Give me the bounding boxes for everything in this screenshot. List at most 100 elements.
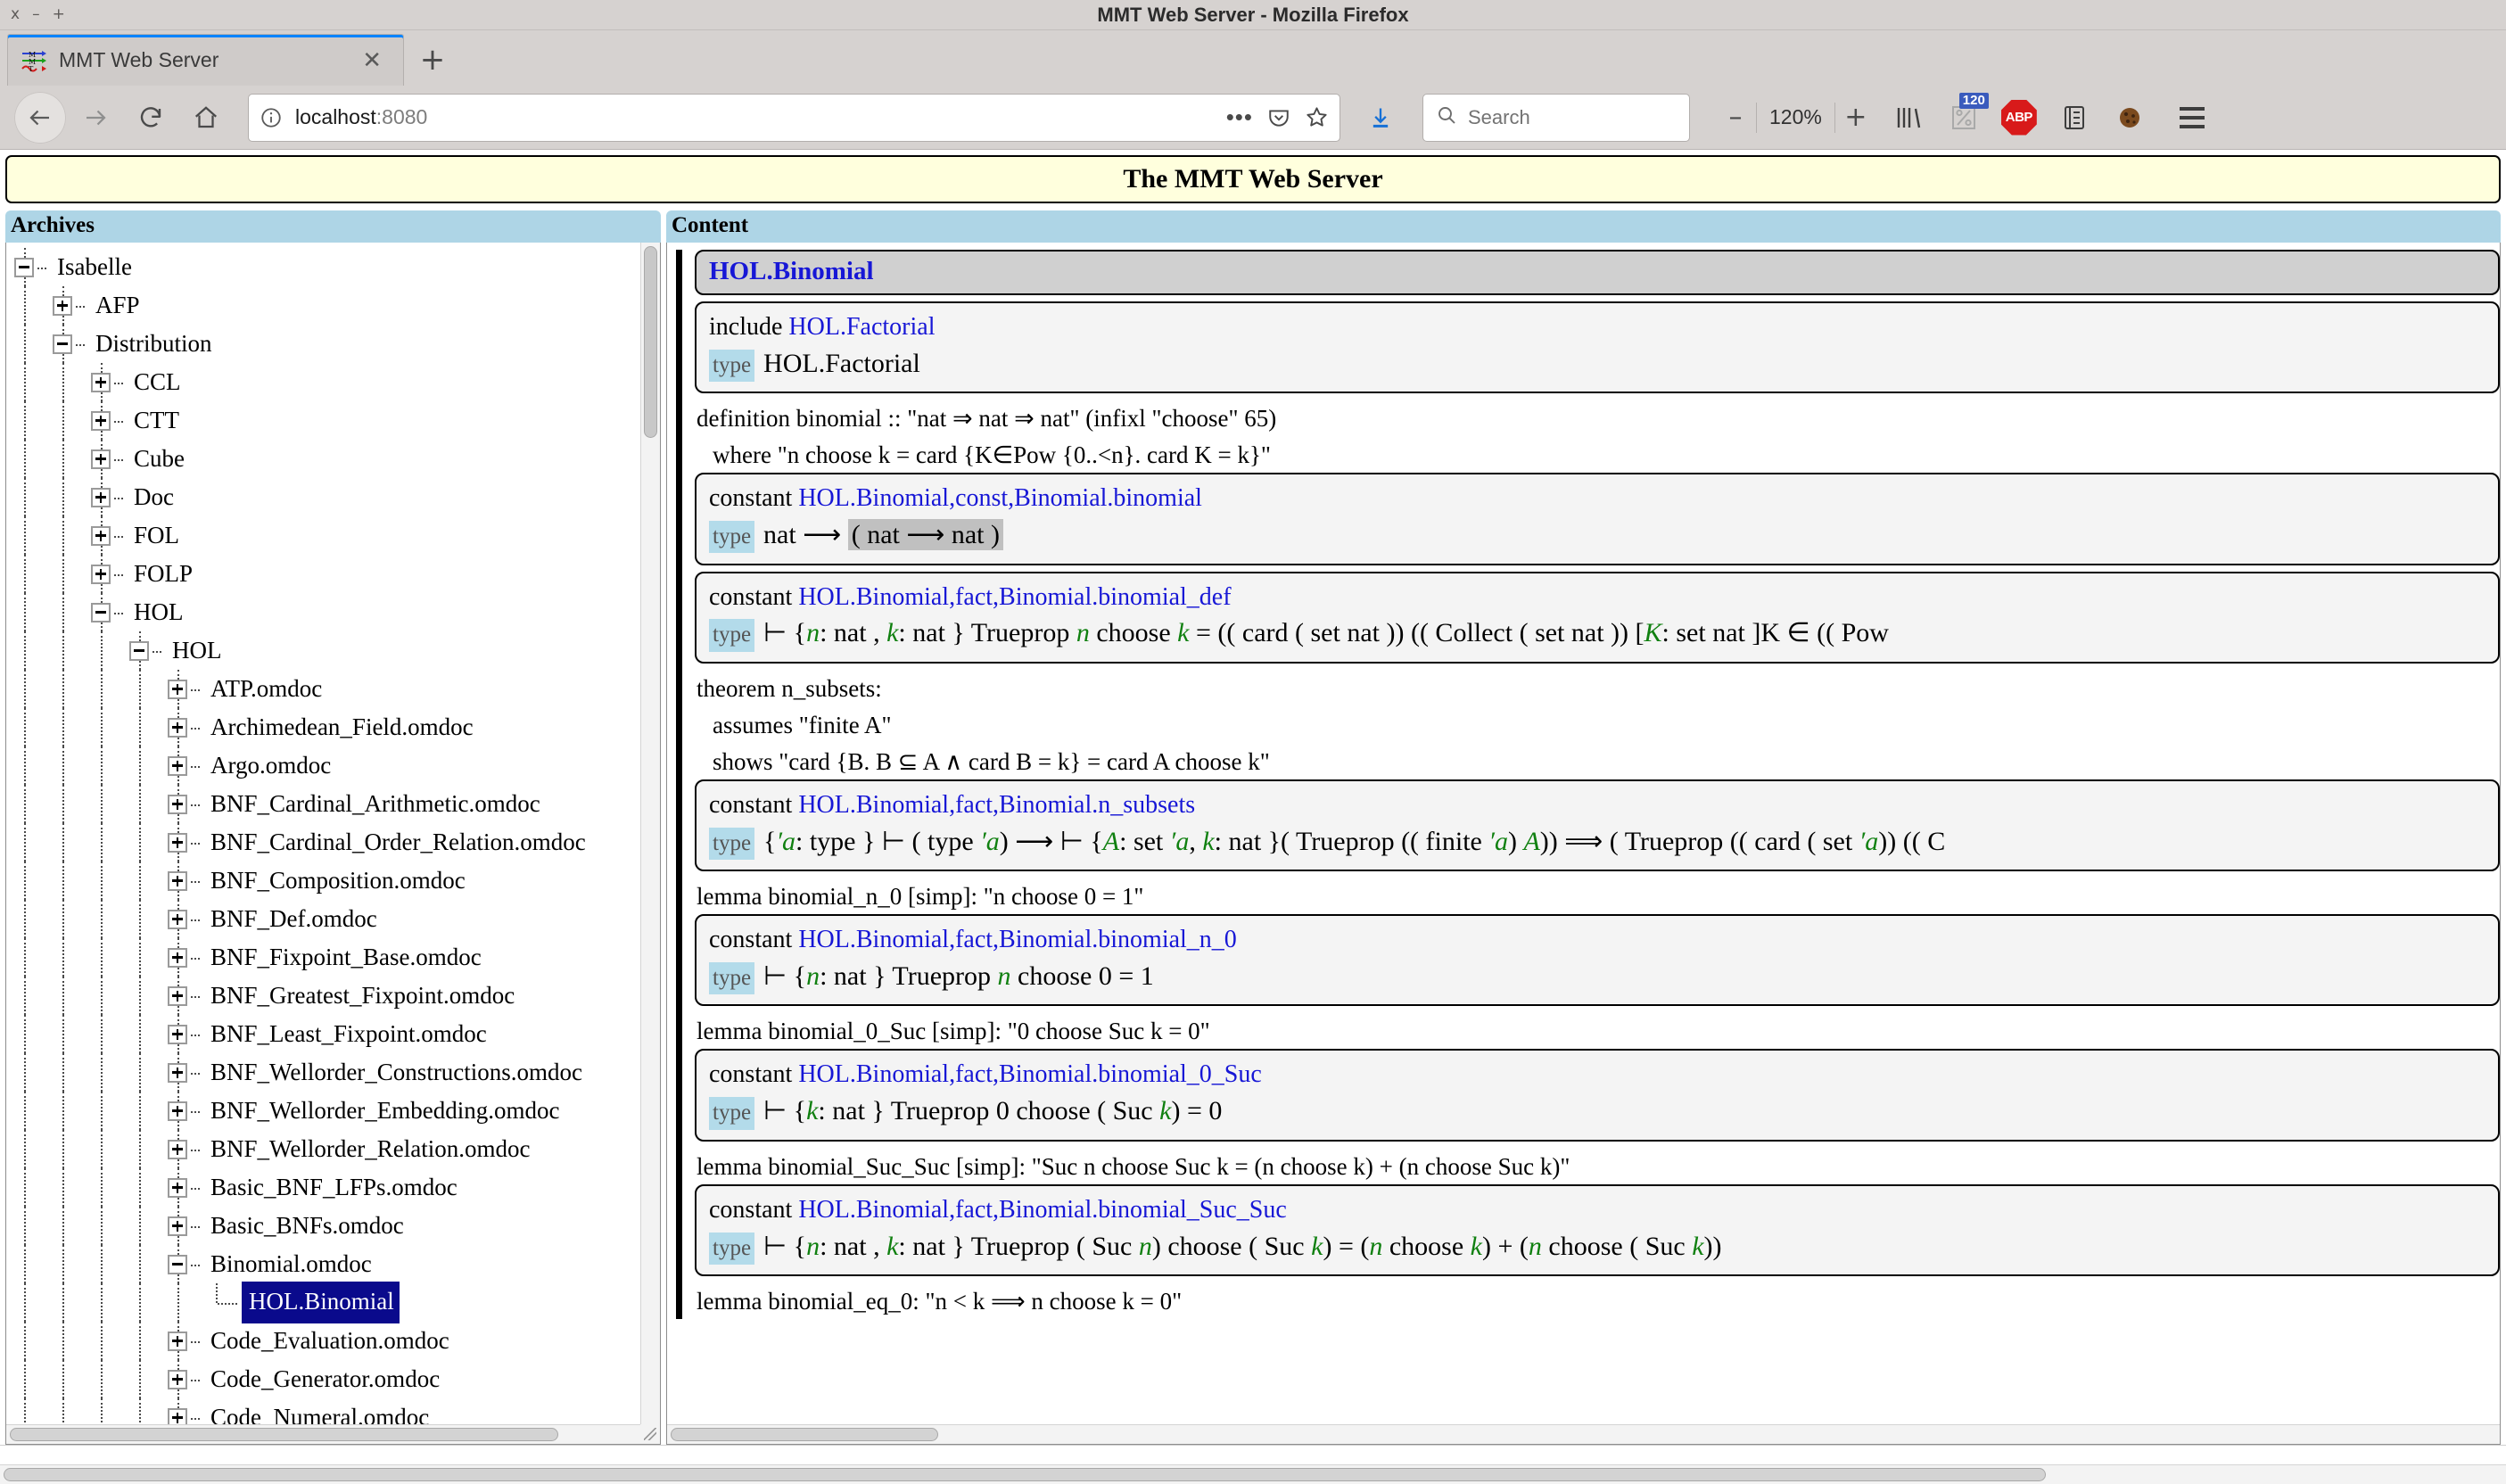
- archives-resize-grip[interactable]: [640, 1424, 660, 1444]
- tree-expand-icon[interactable]: [165, 670, 203, 708]
- tree-item-code-numeral-omdoc[interactable]: Code_Numeral.omdoc: [12, 1398, 640, 1424]
- tree-item-distribution[interactable]: Distribution: [12, 325, 640, 363]
- tree-item-cube[interactable]: Cube: [12, 440, 640, 478]
- tree-expand-icon[interactable]: [165, 900, 203, 938]
- tree-expand-icon[interactable]: [165, 785, 203, 823]
- tree-item-label[interactable]: BNF_Wellorder_Constructions.omdoc: [203, 1053, 582, 1092]
- window-maximize-button[interactable]: +: [53, 7, 65, 22]
- library-icon[interactable]: [1885, 95, 1932, 141]
- tree-item-basic-bnfs-omdoc[interactable]: Basic_BNFs.omdoc: [12, 1207, 640, 1245]
- constant-name-link[interactable]: HOL.Binomial,fact,Binomial.binomial_Suc_…: [798, 1196, 1287, 1224]
- forward-arrow-icon[interactable]: [70, 92, 121, 144]
- tree-item-bnf-greatest-fixpoint-omdoc[interactable]: BNF_Greatest_Fixpoint.omdoc: [12, 977, 640, 1015]
- back-arrow-icon[interactable]: [14, 91, 66, 144]
- tree-item-label[interactable]: Archimedean_Field.omdoc: [203, 708, 474, 746]
- zoom-in-button[interactable]: +: [1835, 97, 1876, 138]
- star-icon[interactable]: [1305, 105, 1329, 129]
- content-horizontal-scrollbar[interactable]: [667, 1424, 2500, 1444]
- tree-item-label[interactable]: BNF_Fixpoint_Base.omdoc: [203, 938, 482, 977]
- tree-expand-icon[interactable]: [88, 516, 127, 555]
- tree-item-label[interactable]: CTT: [127, 401, 179, 440]
- tree-item-hol-binomial[interactable]: HOL.Binomial: [12, 1282, 640, 1323]
- tree-item-label[interactable]: Distribution: [88, 325, 212, 363]
- tree-expand-icon[interactable]: [88, 555, 127, 593]
- page-actions-icon[interactable]: •••: [1226, 103, 1253, 131]
- tree-item-code-evaluation-omdoc[interactable]: Code_Evaluation.omdoc: [12, 1322, 640, 1360]
- tree-item-bnf-wellorder-relation-omdoc[interactable]: BNF_Wellorder_Relation.omdoc: [12, 1130, 640, 1168]
- constant-name-link[interactable]: HOL.Binomial,fact,Binomial.binomial_0_Su…: [798, 1060, 1262, 1088]
- tree-item-label[interactable]: Argo.omdoc: [203, 746, 331, 785]
- tree-item-basic-bnf-lfps-omdoc[interactable]: Basic_BNF_LFPs.omdoc: [12, 1168, 640, 1207]
- reload-icon[interactable]: [125, 92, 177, 144]
- url-bar[interactable]: localhost:8080 •••: [248, 93, 1340, 142]
- tree-collapse-icon[interactable]: [12, 248, 50, 286]
- tree-item-label[interactable]: BNF_Def.omdoc: [203, 900, 377, 938]
- include-target-link[interactable]: HOL.Factorial: [788, 313, 935, 341]
- tree-item-code-generator-omdoc[interactable]: Code_Generator.omdoc: [12, 1360, 640, 1398]
- tree-collapse-icon[interactable]: [165, 1245, 203, 1283]
- tree-item-label[interactable]: BNF_Wellorder_Embedding.omdoc: [203, 1092, 560, 1130]
- tree-expand-icon[interactable]: [165, 1053, 203, 1092]
- constant-name-link[interactable]: HOL.Binomial,const,Binomial.binomial: [798, 484, 1202, 512]
- tree-item-label[interactable]: FOLP: [127, 555, 193, 593]
- search-input[interactable]: Search: [1468, 106, 1530, 129]
- tree-item-bnf-def-omdoc[interactable]: BNF_Def.omdoc: [12, 900, 640, 938]
- tree-item-label[interactable]: Cube: [127, 440, 185, 478]
- tree-expand-icon[interactable]: [50, 286, 88, 325]
- tree-expand-icon[interactable]: [165, 1398, 203, 1424]
- pocket-icon[interactable]: [1267, 106, 1290, 129]
- tree-item-doc[interactable]: Doc: [12, 478, 640, 516]
- tree-item-binomial-omdoc[interactable]: Binomial.omdoc: [12, 1245, 640, 1283]
- tree-item-label[interactable]: Isabelle: [50, 248, 132, 286]
- close-icon[interactable]: ✕: [353, 49, 391, 72]
- hamburger-menu-icon[interactable]: [2169, 95, 2215, 141]
- tree-item-label[interactable]: AFP: [88, 286, 140, 325]
- tree-item-bnf-fixpoint-base-omdoc[interactable]: BNF_Fixpoint_Base.omdoc: [12, 938, 640, 977]
- tree-expand-icon[interactable]: [165, 1168, 203, 1207]
- tree-collapse-icon[interactable]: [127, 631, 165, 670]
- tree-expand-icon[interactable]: [88, 363, 127, 401]
- tree-item-afp[interactable]: AFP: [12, 286, 640, 325]
- tree-expand-icon[interactable]: [165, 938, 203, 977]
- page-horizontal-scrollbar[interactable]: [0, 1464, 2506, 1484]
- url-text[interactable]: localhost:8080: [295, 105, 1217, 129]
- tree-item-label[interactable]: BNF_Wellorder_Relation.omdoc: [203, 1130, 531, 1168]
- tree-item-label[interactable]: ATP.omdoc: [203, 670, 322, 708]
- tree-item-archimedean-field-omdoc[interactable]: Archimedean_Field.omdoc: [12, 708, 640, 746]
- tree-item-ctt[interactable]: CTT: [12, 401, 640, 440]
- tree-item-argo-omdoc[interactable]: Argo.omdoc: [12, 746, 640, 785]
- tree-item-label[interactable]: Basic_BNFs.omdoc: [203, 1207, 404, 1245]
- tree-expand-icon[interactable]: [165, 1322, 203, 1360]
- tree-item-label[interactable]: Doc: [127, 478, 174, 516]
- tree-item-label-selected[interactable]: HOL.Binomial: [242, 1282, 400, 1323]
- tree-collapse-icon[interactable]: [50, 325, 88, 363]
- tree-expand-icon[interactable]: [88, 401, 127, 440]
- cookie-icon[interactable]: [2106, 95, 2153, 141]
- tree-item-label[interactable]: HOL: [165, 631, 222, 670]
- tree-item-label[interactable]: Binomial.omdoc: [203, 1245, 372, 1283]
- window-minimize-button[interactable]: –: [32, 7, 40, 22]
- tree-expand-icon[interactable]: [165, 862, 203, 900]
- tree-item-label[interactable]: BNF_Least_Fixpoint.omdoc: [203, 1015, 487, 1053]
- zoom-out-button[interactable]: –: [1715, 97, 1756, 138]
- window-controls[interactable]: x – +: [0, 7, 65, 22]
- tree-item-hol[interactable]: HOL: [12, 631, 640, 670]
- tree-item-atp-omdoc[interactable]: ATP.omdoc: [12, 670, 640, 708]
- tree-item-isabelle[interactable]: Isabelle: [12, 248, 640, 286]
- tree-collapse-icon[interactable]: [88, 593, 127, 631]
- tree-item-label[interactable]: BNF_Greatest_Fixpoint.omdoc: [203, 977, 515, 1015]
- tree-item-label[interactable]: CCL: [127, 363, 181, 401]
- tree-item-label[interactable]: Basic_BNF_LFPs.omdoc: [203, 1168, 458, 1207]
- tree-item-folp[interactable]: FOLP: [12, 555, 640, 593]
- download-icon[interactable]: [1355, 92, 1406, 144]
- tree-item-label[interactable]: BNF_Composition.omdoc: [203, 862, 466, 900]
- tree-expand-icon[interactable]: [165, 1130, 203, 1168]
- reader-view-icon[interactable]: [2051, 95, 2098, 141]
- tree-item-bnf-least-fixpoint-omdoc[interactable]: BNF_Least_Fixpoint.omdoc: [12, 1015, 640, 1053]
- window-close-button[interactable]: x: [11, 7, 20, 22]
- tree-item-hol[interactable]: HOL: [12, 593, 640, 631]
- tree-item-label[interactable]: Code_Numeral.omdoc: [203, 1398, 429, 1424]
- tree-expand-icon[interactable]: [165, 977, 203, 1015]
- tree-item-ccl[interactable]: CCL: [12, 363, 640, 401]
- zoom-extension-icon[interactable]: 120: [1941, 92, 1989, 141]
